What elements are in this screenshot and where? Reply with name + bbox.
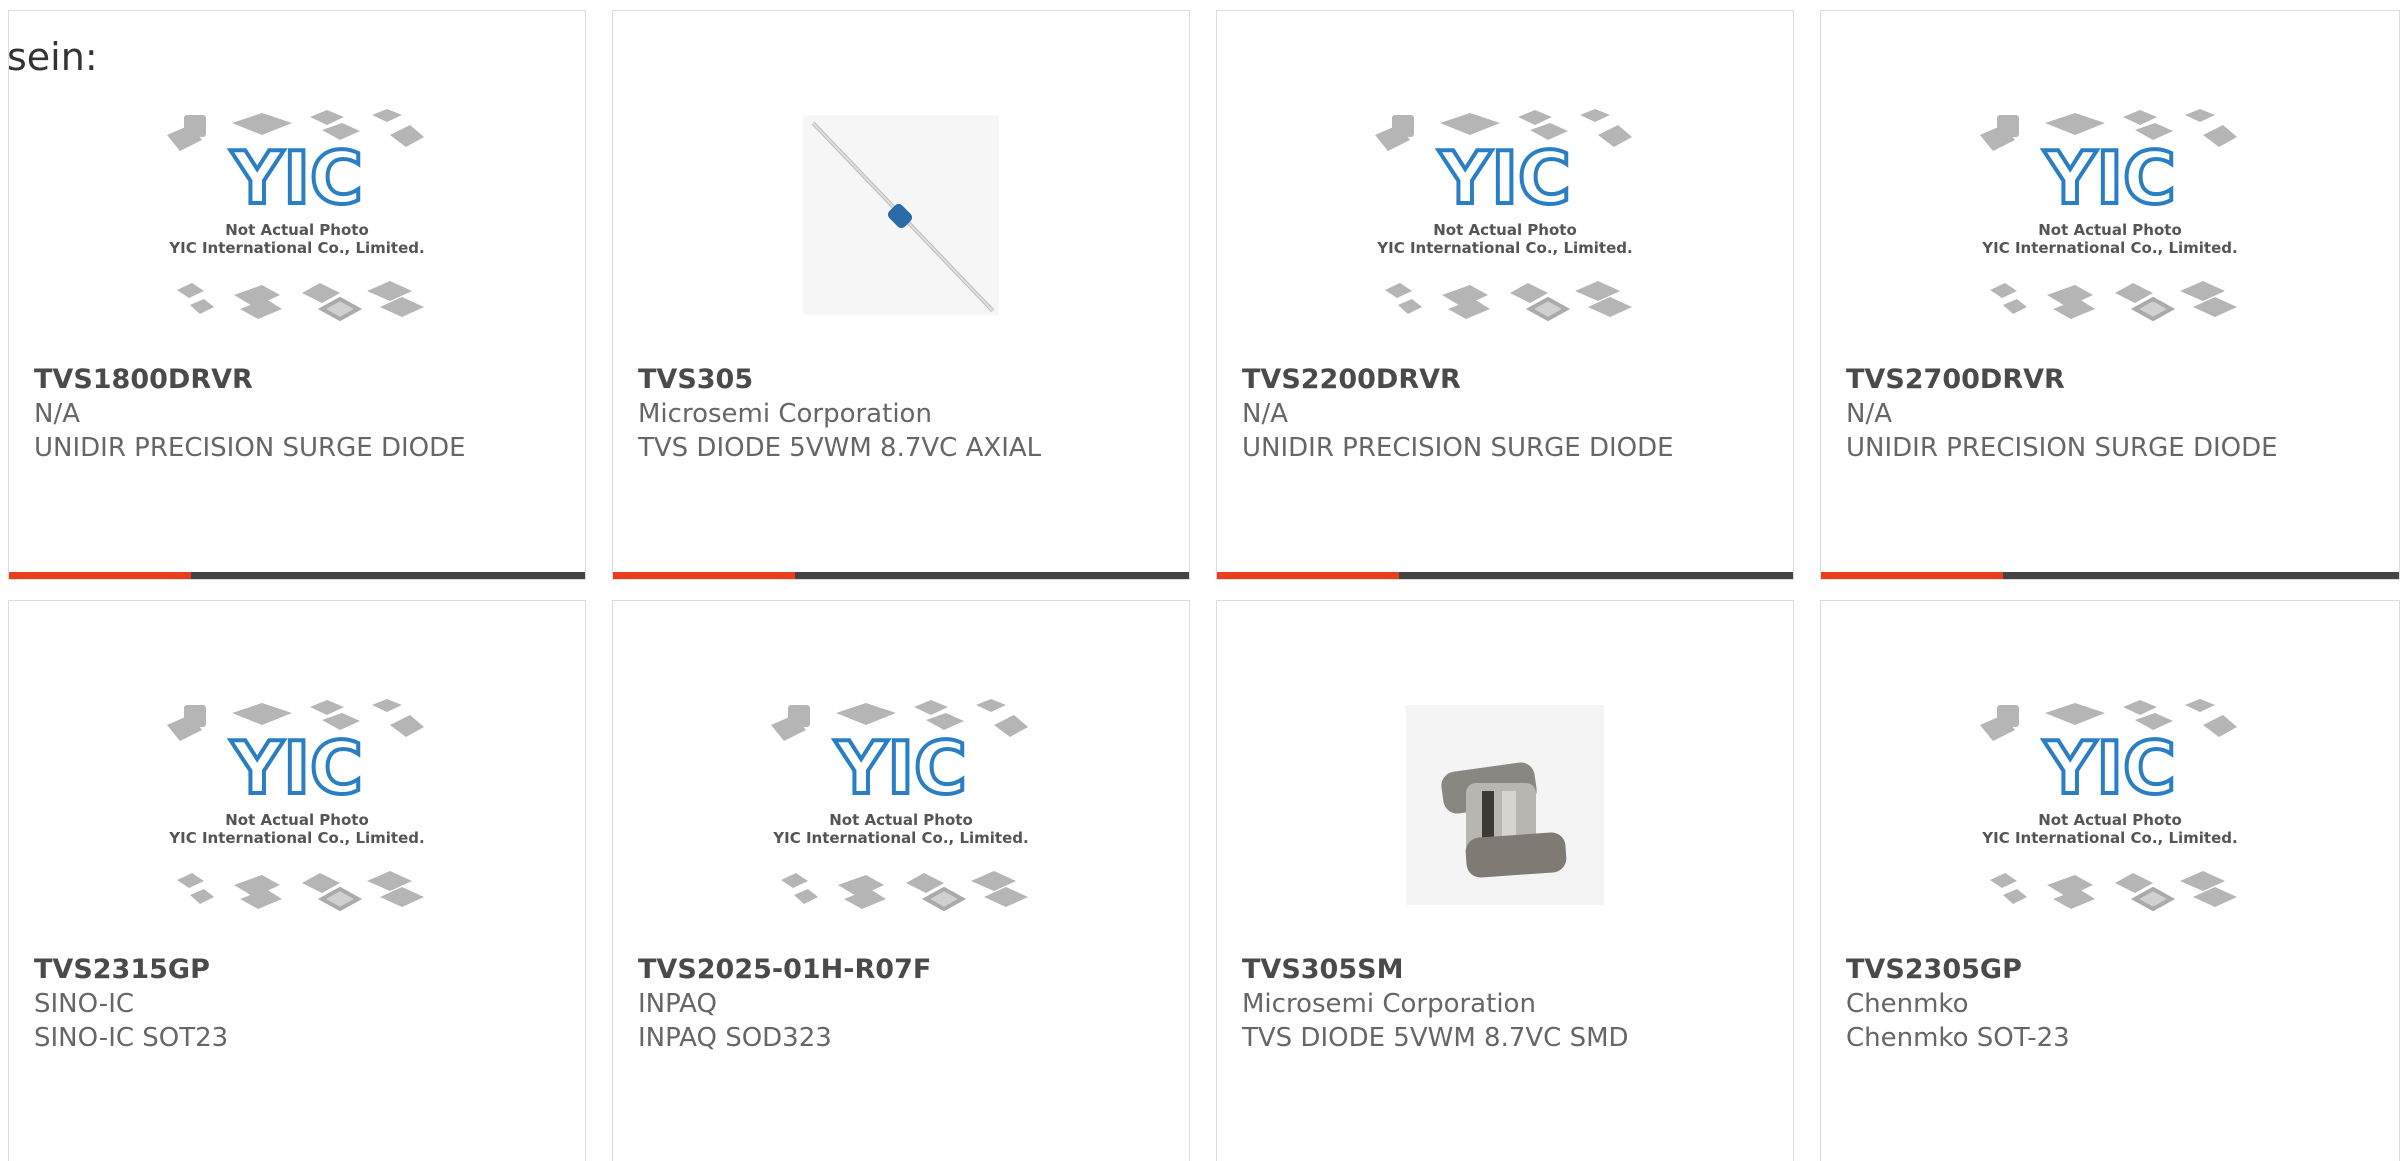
manufacturer: N/A [1846, 399, 1892, 429]
placeholder-caption-2: YIC International Co., Limited. [772, 829, 1028, 847]
product-image[interactable]: YIC Not Actual Photo YIC International C… [9, 669, 585, 941]
placeholder-caption-1: Not Actual Photo [225, 811, 369, 829]
not-actual-photo-placeholder: YIC Not Actual Photo YIC International C… [771, 699, 1029, 912]
placeholder-caption-1: Not Actual Photo [2038, 811, 2182, 829]
manufacturer: Chenmko [1846, 989, 1969, 1019]
description: Chenmko SOT-23 [1846, 1023, 2070, 1053]
part-number-link[interactable]: TVS2305GP [1846, 953, 2379, 987]
placeholder-caption-1: Not Actual Photo [225, 221, 369, 239]
product-info: TVS305 Microsemi Corporation TVS DIODE 5… [638, 363, 1169, 465]
manufacturer: N/A [1242, 399, 1288, 429]
smd-diode-photo [1406, 705, 1604, 905]
product-card[interactable]: YIC Not Actual Photo YIC International C… [8, 600, 586, 1161]
manufacturer: INPAQ [638, 989, 717, 1019]
part-number-link[interactable]: TVS305SM [1242, 953, 1773, 987]
yic-logo: YIC [834, 726, 967, 810]
description: TVS DIODE 5VWM 8.7VC SMD [1242, 1023, 1629, 1053]
not-actual-photo-placeholder: YIC Not Actual Photo YIC International C… [167, 699, 425, 912]
not-actual-photo-placeholder: YIC Not Actual Photo YIC International C… [1980, 699, 2238, 912]
axial-diode-photo [803, 115, 999, 315]
card-accent-bar [1821, 572, 2399, 579]
product-image[interactable]: YIC Not Actual Photo YIC International C… [1821, 79, 2399, 351]
yic-logo: YIC [230, 136, 363, 220]
part-number-link[interactable]: TVS2315GP [34, 953, 565, 987]
card-accent-bar [613, 572, 1189, 579]
part-number-link[interactable]: TVS2200DRVR [1242, 363, 1773, 397]
product-info: TVS1800DRVR N/A UNIDIR PRECISION SURGE D… [34, 363, 565, 465]
intro-text: sein: [7, 35, 98, 79]
product-card[interactable]: YIC Not Actual Photo YIC International C… [1216, 10, 1794, 580]
placeholder-caption-1: Not Actual Photo [1433, 221, 1577, 239]
product-info: TVS2315GP SINO-IC SINO-IC SOT23 [34, 953, 565, 1055]
yic-logo: YIC [2043, 136, 2176, 220]
description: UNIDIR PRECISION SURGE DIODE [34, 433, 466, 463]
product-image[interactable]: YIC Not Actual Photo YIC International C… [1217, 79, 1793, 351]
part-number-link[interactable]: TVS2700DRVR [1846, 363, 2379, 397]
placeholder-caption-2: YIC International Co., Limited. [1981, 239, 2237, 257]
product-card[interactable]: YIC Not Actual Photo YIC International C… [1820, 600, 2400, 1161]
product-card[interactable]: TVS305 Microsemi Corporation TVS DIODE 5… [612, 10, 1190, 580]
product-info: TVS2025-01H-R07F INPAQ INPAQ SOD323 [638, 953, 1169, 1055]
placeholder-caption-2: YIC International Co., Limited. [1376, 239, 1632, 257]
placeholder-caption-2: YIC International Co., Limited. [168, 239, 424, 257]
manufacturer: Microsemi Corporation [1242, 989, 1536, 1019]
placeholder-caption-1: Not Actual Photo [829, 811, 973, 829]
placeholder-caption-2: YIC International Co., Limited. [168, 829, 424, 847]
description: SINO-IC SOT23 [34, 1023, 229, 1053]
part-number-link[interactable]: TVS1800DRVR [34, 363, 565, 397]
product-info: TVS2200DRVR N/A UNIDIR PRECISION SURGE D… [1242, 363, 1773, 465]
manufacturer: Microsemi Corporation [638, 399, 932, 429]
not-actual-photo-placeholder: YIC Not Actual Photo YIC International C… [167, 109, 425, 322]
product-card[interactable]: YIC Not Actual Photo YIC International C… [8, 10, 586, 580]
part-number-link[interactable]: TVS2025-01H-R07F [638, 953, 1169, 987]
product-image[interactable]: YIC Not Actual Photo YIC International C… [1821, 669, 2399, 941]
description: UNIDIR PRECISION SURGE DIODE [1846, 433, 2278, 463]
product-image[interactable] [613, 79, 1189, 351]
product-image[interactable]: YIC Not Actual Photo YIC International C… [9, 79, 585, 351]
manufacturer: N/A [34, 399, 80, 429]
product-info: TVS2305GP Chenmko Chenmko SOT-23 [1846, 953, 2379, 1055]
not-actual-photo-placeholder: YIC Not Actual Photo YIC International C… [1375, 109, 1633, 322]
yic-logo: YIC [230, 726, 363, 810]
product-image[interactable] [1217, 669, 1793, 941]
card-accent-bar [1217, 572, 1793, 579]
manufacturer: SINO-IC [34, 989, 135, 1019]
placeholder-caption-1: Not Actual Photo [2038, 221, 2182, 239]
product-image[interactable]: YIC Not Actual Photo YIC International C… [613, 669, 1189, 941]
yic-logo: YIC [2043, 726, 2176, 810]
product-card[interactable]: TVS305SM Microsemi Corporation TVS DIODE… [1216, 600, 1794, 1161]
product-grid-page: sein: YIC Not Actual Photo YIC Internati… [0, 0, 2400, 1161]
product-grid: YIC Not Actual Photo YIC International C… [0, 0, 2400, 1161]
product-info: TVS305SM Microsemi Corporation TVS DIODE… [1242, 953, 1773, 1055]
placeholder-caption-2: YIC International Co., Limited. [1981, 829, 2237, 847]
not-actual-photo-placeholder: YIC Not Actual Photo YIC International C… [1980, 109, 2238, 322]
product-info: TVS2700DRVR N/A UNIDIR PRECISION SURGE D… [1846, 363, 2379, 465]
description: UNIDIR PRECISION SURGE DIODE [1242, 433, 1674, 463]
product-card[interactable]: YIC Not Actual Photo YIC International C… [1820, 10, 2400, 580]
part-number-link[interactable]: TVS305 [638, 363, 1169, 397]
description: TVS DIODE 5VWM 8.7VC AXIAL [638, 433, 1042, 463]
product-card[interactable]: YIC Not Actual Photo YIC International C… [612, 600, 1190, 1161]
description: INPAQ SOD323 [638, 1023, 832, 1053]
yic-logo: YIC [1438, 136, 1571, 220]
card-accent-bar [9, 572, 585, 579]
